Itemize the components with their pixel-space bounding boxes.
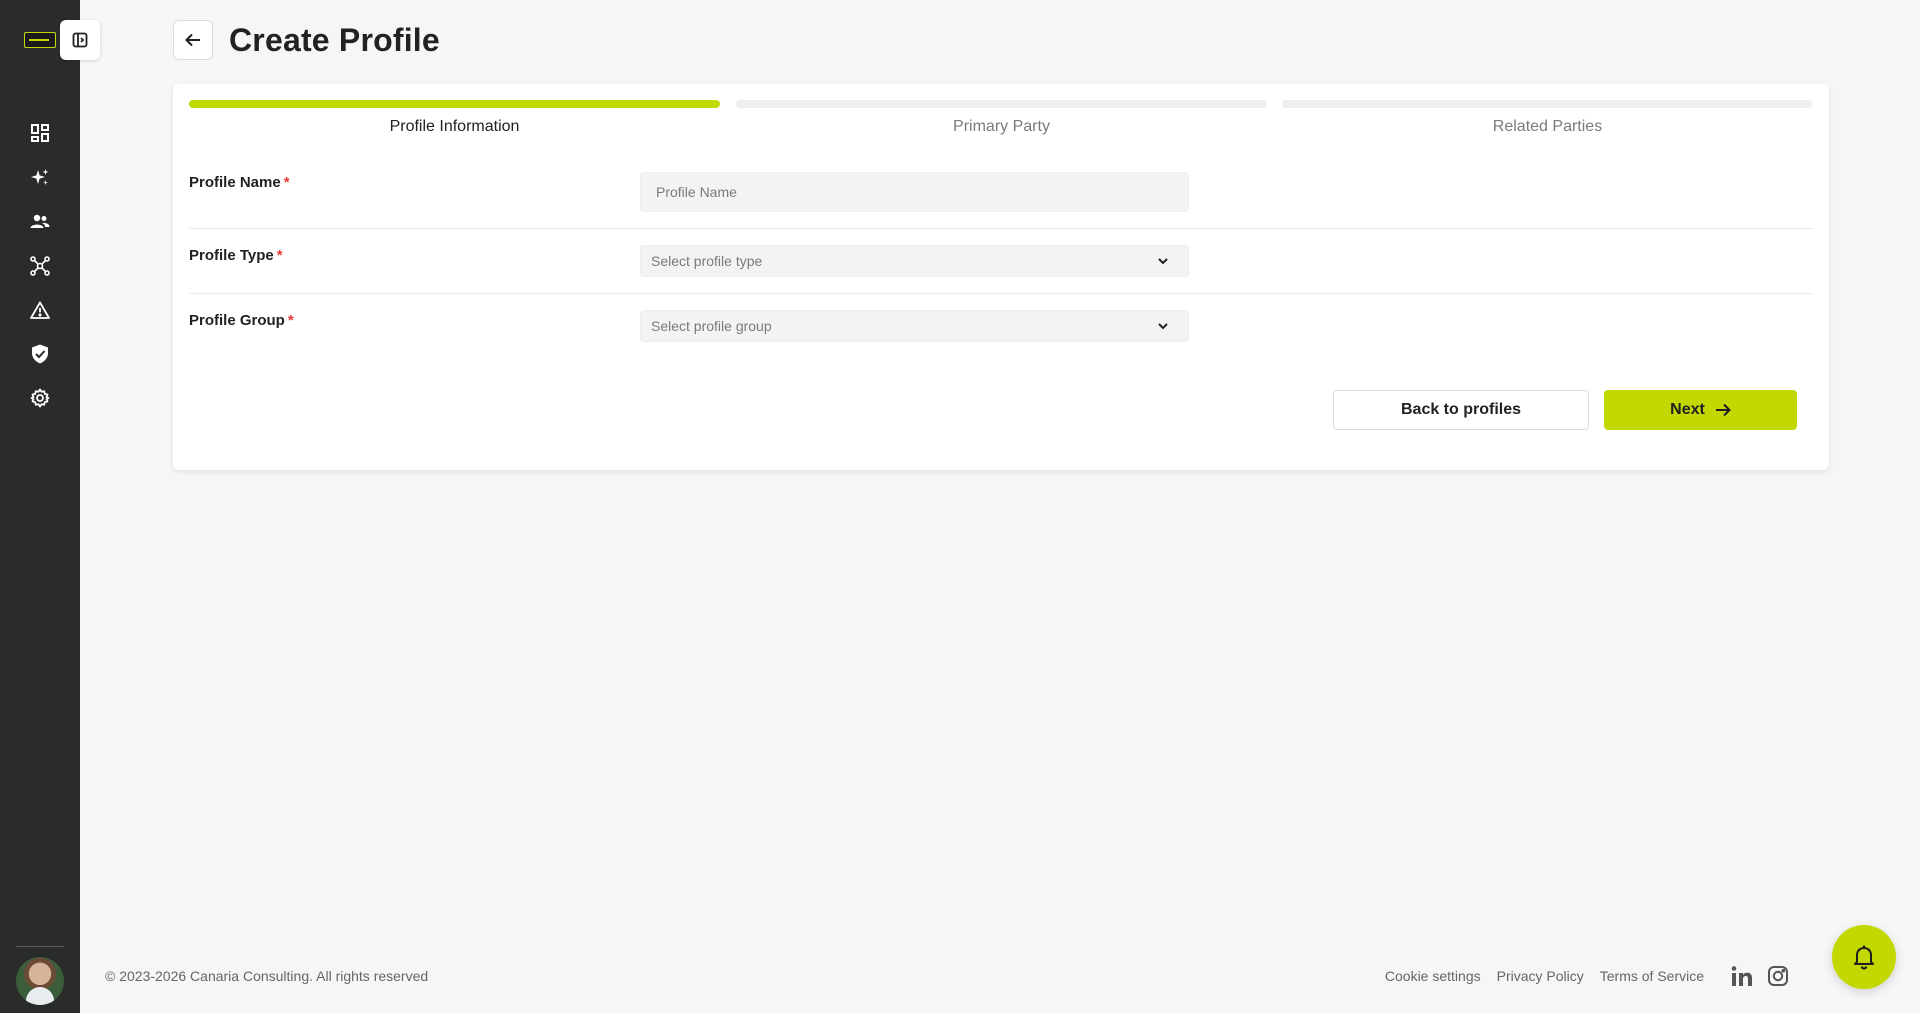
gear-icon [30, 388, 50, 408]
linkedin-link[interactable] [1728, 962, 1756, 990]
step-label: Primary Party [953, 118, 1050, 135]
sidebar-toggle-icon [72, 32, 88, 48]
shield-check-icon [32, 344, 48, 364]
sidebar-item-users[interactable] [26, 208, 54, 236]
step-primary-party[interactable]: Primary Party [736, 100, 1267, 148]
step-label: Profile Information [389, 118, 520, 135]
sidebar-item-ai[interactable] [26, 164, 54, 192]
bell-icon [1854, 945, 1874, 970]
dashboard-icon [31, 124, 49, 142]
sidebar-item-compliance[interactable] [26, 340, 54, 368]
required-asterisk: * [276, 247, 283, 264]
instagram-link[interactable] [1764, 962, 1792, 990]
required-asterisk: * [287, 312, 294, 329]
step-label: Related Parties [1492, 118, 1603, 135]
copyright-text: © 2023-2026 Canaria Consulting. All righ… [105, 968, 429, 984]
profile-name-label: Profile Name * [189, 174, 290, 191]
page-title: Create Profile [229, 21, 440, 58]
create-profile-card: Profile Information Primary Party Relate… [173, 84, 1829, 470]
linkedin-icon [1731, 966, 1752, 986]
sidebar-divider [16, 946, 64, 947]
profile-group-select[interactable]: Select profile group [640, 310, 1189, 342]
form-row-profile-name: Profile Name * Profile Name [189, 172, 1813, 229]
chevron-down-icon [1158, 258, 1168, 265]
sidebar-toggle-button[interactable] [60, 20, 100, 60]
back-button[interactable] [173, 20, 213, 60]
sidebar-item-network[interactable] [26, 252, 54, 280]
step-profile-information[interactable]: Profile Information [189, 100, 720, 148]
network-icon [30, 256, 50, 276]
form-row-profile-group: Profile Group * Select profile group [189, 310, 1813, 350]
profile-type-placeholder: Select profile type [651, 253, 763, 269]
required-asterisk: * [283, 174, 290, 191]
chevron-down-icon [1158, 323, 1168, 330]
profile-name-input[interactable]: Profile Name [640, 172, 1189, 212]
row-divider [189, 293, 1813, 294]
form-row-profile-type: Profile Type * Select profile type [189, 245, 1813, 294]
avatar[interactable] [16, 957, 64, 1005]
notifications-button[interactable] [1832, 925, 1896, 989]
footer-links: Cookie settings Privacy Policy Terms of … [1385, 958, 1792, 994]
step-progress-bar [189, 100, 720, 108]
profile-group-label: Profile Group * [189, 312, 294, 329]
stepper: Profile Information Primary Party Relate… [189, 100, 1813, 148]
back-to-profiles-button[interactable]: Back to profiles [1333, 390, 1589, 430]
sparkles-icon [31, 169, 49, 185]
step-progress-bar [736, 100, 1267, 108]
next-button[interactable]: Next [1604, 390, 1797, 430]
sidebar-item-dashboard[interactable] [26, 119, 54, 147]
row-divider [189, 228, 1813, 229]
sidebar [0, 0, 80, 1013]
app-logo[interactable] [24, 32, 56, 48]
cookie-settings-link[interactable]: Cookie settings [1385, 968, 1481, 984]
arrow-right-icon [1715, 403, 1731, 417]
step-progress-bar [1282, 100, 1813, 108]
profile-group-placeholder: Select profile group [651, 318, 772, 334]
privacy-policy-link[interactable]: Privacy Policy [1497, 968, 1584, 984]
step-related-parties[interactable]: Related Parties [1282, 100, 1813, 148]
sidebar-item-settings[interactable] [26, 384, 54, 412]
profile-name-placeholder: Profile Name [656, 184, 737, 200]
instagram-icon [1768, 966, 1788, 986]
warning-icon [30, 301, 50, 319]
profile-type-label: Profile Type * [189, 247, 283, 264]
arrow-left-icon [185, 33, 200, 47]
profile-type-select[interactable]: Select profile type [640, 245, 1189, 277]
terms-of-service-link[interactable]: Terms of Service [1600, 968, 1704, 984]
page-header: Create Profile [173, 20, 440, 60]
users-icon [30, 214, 50, 228]
sidebar-item-alerts[interactable] [26, 296, 54, 324]
